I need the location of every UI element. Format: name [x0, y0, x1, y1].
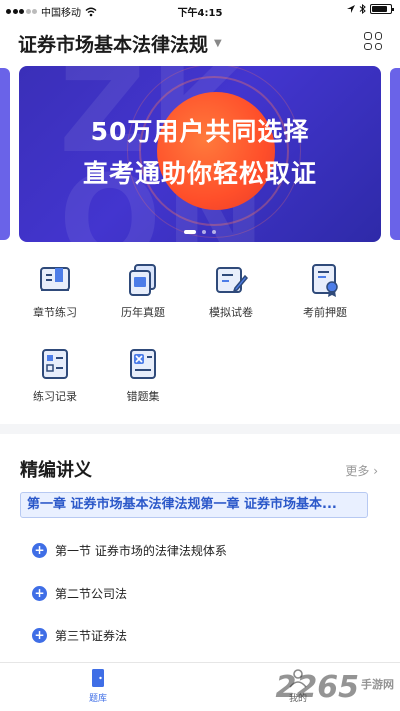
banner-carousel[interactable]: ZK ON 50万用户共同选择 直考通助你轻松取证	[0, 66, 400, 244]
feature-label: 模拟试卷	[209, 306, 253, 319]
status-right	[347, 4, 394, 14]
book-icon	[40, 267, 70, 291]
feature-chapter-practice[interactable]: 章节练习	[20, 262, 90, 320]
status-bar: 中国移动 下午4:15	[0, 0, 400, 20]
location-icon	[347, 4, 355, 13]
banner-subheadline: 直考通助你轻松取证	[82, 159, 317, 188]
feature-practice-history[interactable]: 练习记录	[20, 346, 90, 404]
tab-label: 题库	[88, 694, 107, 704]
chapter-title[interactable]: 第一章 证券市场基本法律法规第一章 证券市场基本...	[20, 492, 368, 518]
page-title: 证券市场基本法律法规	[18, 34, 209, 56]
watermark-brand: 2265	[275, 670, 360, 705]
subject-selector[interactable]: 证券市场基本法律法规 ▼	[18, 30, 222, 57]
app-header: 证券市场基本法律法规 ▼	[0, 22, 400, 62]
feature-label: 错题集	[126, 390, 160, 403]
certificate-icon	[312, 264, 338, 297]
feature-pre-exam-questions[interactable]: 考前押题	[290, 262, 360, 320]
watermark-sub: 手游网	[361, 678, 394, 691]
section-label: 第一节 证券市场的法律法规体系	[55, 544, 227, 558]
error-book-icon	[130, 349, 156, 379]
door-icon	[92, 669, 104, 687]
list-item[interactable]: + 第三节证券法	[32, 627, 127, 644]
carousel-dot	[202, 230, 206, 234]
carousel-dot	[212, 230, 216, 234]
status-time: 下午4:15	[177, 8, 223, 19]
watermark-logo: 2265 手游网	[276, 670, 395, 705]
chevron-right-icon: ›	[373, 464, 378, 478]
section-label: 第二节公司法	[55, 587, 128, 601]
pen-paper-icon	[216, 267, 249, 293]
paper-stack-icon	[129, 264, 156, 296]
feature-label: 历年真题	[121, 306, 165, 319]
grid-menu-icon[interactable]	[364, 32, 382, 50]
feature-past-exams[interactable]: 历年真题	[108, 262, 178, 320]
plus-icon: +	[32, 586, 47, 601]
feature-label: 章节练习	[33, 306, 77, 319]
checklist-icon	[42, 349, 68, 379]
tab-question-bank[interactable]: 题库	[68, 667, 128, 704]
carousel-dot	[184, 230, 196, 234]
section-label: 第三节证券法	[55, 629, 128, 643]
prev-slide-peek	[0, 68, 10, 240]
plus-icon: +	[32, 628, 47, 643]
plus-icon: +	[32, 543, 47, 558]
section-title: 精编讲义	[20, 460, 92, 481]
list-item[interactable]: + 第一节 证券市场的法律法规体系	[32, 542, 227, 559]
next-slide-peek	[390, 68, 400, 240]
bluetooth-icon	[359, 4, 366, 14]
more-label: 更多	[345, 464, 370, 478]
feature-mock-exam[interactable]: 模拟试卷	[196, 262, 266, 320]
banner-sun	[157, 92, 275, 210]
banner-headline: 50万用户共同选择	[90, 117, 310, 146]
banner-slide[interactable]: ZK ON 50万用户共同选择 直考通助你轻松取证	[19, 66, 381, 242]
feature-mistake-book[interactable]: 错题集	[108, 346, 178, 404]
battery-icon	[370, 4, 394, 14]
feature-label: 练习记录	[33, 390, 77, 403]
caret-down-icon: ▼	[214, 38, 222, 49]
feature-label: 考前押题	[303, 306, 347, 319]
more-link[interactable]: 更多 ›	[345, 462, 378, 479]
section-divider	[0, 424, 400, 434]
list-item[interactable]: + 第二节公司法	[32, 585, 127, 602]
carousel-indicator	[19, 230, 381, 234]
